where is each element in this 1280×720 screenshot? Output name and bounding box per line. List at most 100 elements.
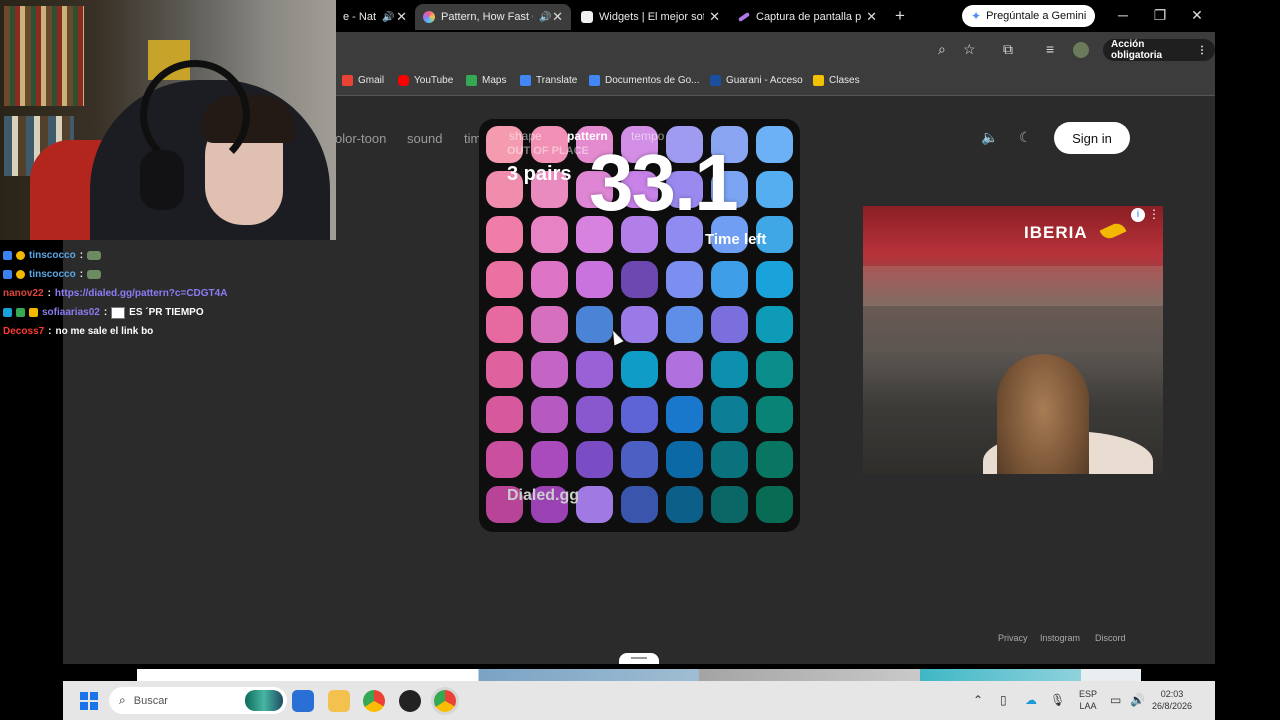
restore-button[interactable]: ❐	[1150, 7, 1170, 24]
color-dot[interactable]	[486, 261, 523, 298]
bookmark-translate[interactable]: Translate	[520, 75, 577, 86]
nav-color-toon[interactable]: olor-toon	[335, 131, 386, 146]
tab-3-close-icon[interactable]: ✕	[866, 9, 877, 25]
dark-mode-moon-icon[interactable]: ☾	[1019, 129, 1032, 146]
action-required-button[interactable]: Acción obligatoria ⋮	[1103, 39, 1215, 61]
iberia-ad[interactable]: IBERIA i ⋮	[863, 206, 1163, 474]
color-dot[interactable]	[531, 306, 568, 343]
game-board[interactable]: shape pattern tempo OUT OF PLACE 3 pairs…	[479, 119, 800, 532]
tab-2-close-icon[interactable]: ✕	[709, 9, 720, 25]
color-dot[interactable]	[756, 396, 793, 433]
new-tab-button[interactable]: +	[895, 6, 905, 26]
tab-2[interactable]: Widgets | El mejor softw ✕	[573, 4, 728, 30]
taskbar-search[interactable]: ⌕ Buscar	[109, 687, 287, 714]
tab-0[interactable]: e - Nat 🔊 ✕	[335, 4, 415, 30]
drawer-handle[interactable]	[619, 653, 659, 664]
color-dot[interactable]	[711, 351, 748, 388]
tab-0-close-icon[interactable]: ✕	[396, 9, 407, 25]
bookmark-gmail[interactable]: Gmail	[342, 75, 384, 86]
clock[interactable]: 02:03 26/8/2026	[1152, 688, 1192, 712]
language-indicator[interactable]: ESP LAA	[1079, 688, 1097, 712]
sign-in-button[interactable]: Sign in	[1054, 122, 1130, 154]
tab-1-close-icon[interactable]: ✕	[552, 9, 563, 25]
minimize-button[interactable]: ─	[1113, 7, 1133, 23]
color-dot[interactable]	[756, 486, 793, 523]
tab-1-speaker-icon[interactable]: 🔊	[539, 12, 551, 23]
bookmark-docs[interactable]: Documentos de Go...	[589, 75, 700, 86]
color-dot[interactable]	[486, 441, 523, 478]
color-dot[interactable]	[576, 486, 613, 523]
media-control-icon[interactable]: ≡	[1046, 41, 1054, 57]
bookmark-maps[interactable]: Maps	[466, 75, 506, 86]
windows-start-icon[interactable]	[80, 692, 98, 710]
cloud-icon[interactable]: ☁	[1025, 693, 1037, 707]
color-dot[interactable]	[756, 261, 793, 298]
color-dot[interactable]	[756, 306, 793, 343]
sound-toggle-icon[interactable]: 🔈	[981, 129, 998, 146]
tab-0-speaker-icon[interactable]: 🔊	[382, 12, 394, 23]
color-dot[interactable]	[621, 396, 658, 433]
bookmark-star-icon[interactable]: ☆	[963, 41, 976, 58]
color-dot[interactable]	[531, 216, 568, 253]
color-dot[interactable]	[486, 306, 523, 343]
color-dot[interactable]	[756, 126, 793, 163]
color-dot[interactable]	[756, 441, 793, 478]
volume-icon[interactable]: 🔊	[1130, 693, 1145, 707]
color-dot[interactable]	[666, 396, 703, 433]
ad-menu-icon[interactable]: ⋮	[1148, 207, 1160, 221]
color-dot[interactable]	[756, 171, 793, 208]
color-dot[interactable]	[711, 486, 748, 523]
game-tab-shape[interactable]: shape	[509, 129, 542, 143]
extensions-icon[interactable]: ⧉	[1003, 41, 1013, 58]
footer-privacy[interactable]: Privacy	[998, 633, 1028, 643]
zoom-icon[interactable]: ⌕	[938, 41, 946, 58]
store-app-icon[interactable]	[292, 690, 314, 712]
color-dot[interactable]	[486, 216, 523, 253]
close-window-button[interactable]: ✕	[1187, 7, 1207, 24]
color-dot[interactable]	[666, 351, 703, 388]
color-dot[interactable]	[621, 486, 658, 523]
bookmark-clases[interactable]: Clases	[813, 75, 860, 86]
color-dot[interactable]	[621, 351, 658, 388]
color-dot[interactable]	[711, 441, 748, 478]
nav-sound[interactable]: sound	[407, 131, 442, 146]
color-dot[interactable]	[486, 396, 523, 433]
footer-instagram[interactable]: Instogram	[1040, 633, 1080, 643]
network-icon[interactable]: ▭	[1110, 693, 1121, 707]
color-dot[interactable]	[531, 261, 568, 298]
color-dot[interactable]	[486, 351, 523, 388]
chrome-active-icon[interactable]	[434, 690, 456, 712]
bookmark-youtube[interactable]: YouTube	[398, 75, 453, 86]
color-dot[interactable]	[666, 261, 703, 298]
color-dot[interactable]	[621, 261, 658, 298]
gemini-button[interactable]: ✦ Pregúntale a Gemini	[962, 5, 1096, 27]
color-dot[interactable]	[576, 351, 613, 388]
color-dot[interactable]	[666, 306, 703, 343]
profile-avatar[interactable]	[1073, 42, 1089, 58]
color-dot[interactable]	[531, 396, 568, 433]
color-dot[interactable]	[711, 396, 748, 433]
color-dot[interactable]	[711, 261, 748, 298]
file-explorer-icon[interactable]	[328, 690, 350, 712]
ad-info-icon[interactable]: i	[1131, 208, 1145, 222]
tab-3[interactable]: Captura de pantalla por ✕	[730, 4, 885, 30]
obs-icon[interactable]	[399, 690, 421, 712]
color-dot[interactable]	[666, 441, 703, 478]
usb-icon[interactable]: ▯	[1000, 693, 1007, 707]
chrome-icon[interactable]	[363, 690, 385, 712]
color-dot[interactable]	[621, 306, 658, 343]
tray-overflow-icon[interactable]: ⌃	[973, 693, 983, 707]
color-dot[interactable]	[576, 396, 613, 433]
color-dot[interactable]	[711, 306, 748, 343]
chat-link[interactable]: https://dialed.gg/pattern?c=CDGT4A	[55, 288, 228, 299]
microphone-icon[interactable]: 🎙	[1050, 693, 1065, 707]
footer-discord[interactable]: Discord	[1095, 633, 1126, 643]
color-dot[interactable]	[576, 306, 613, 343]
color-dot[interactable]	[576, 441, 613, 478]
color-dot[interactable]	[756, 351, 793, 388]
color-dot[interactable]	[531, 351, 568, 388]
color-dot[interactable]	[576, 261, 613, 298]
color-dot[interactable]	[666, 486, 703, 523]
tab-1[interactable]: Pattern, How Fast Ca 🔊 ✕	[415, 4, 571, 30]
color-dot[interactable]	[621, 441, 658, 478]
